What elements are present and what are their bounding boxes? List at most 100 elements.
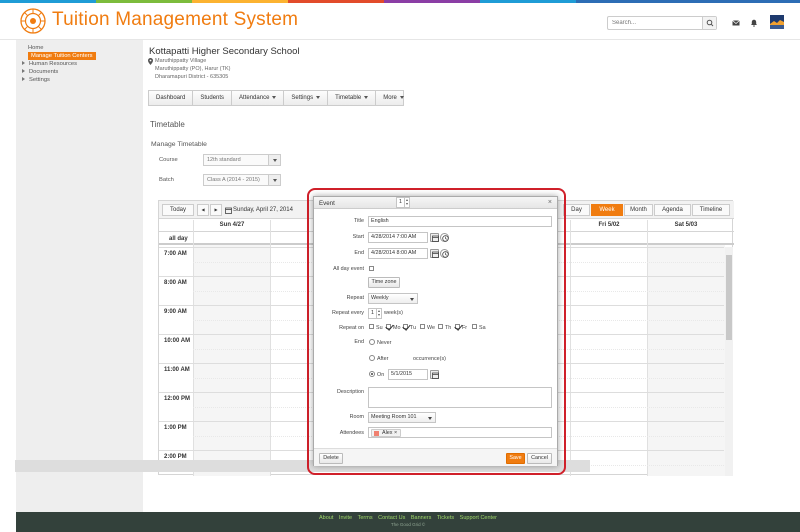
caret-right-icon xyxy=(22,61,25,65)
weekday-checkbox-sa[interactable] xyxy=(472,324,477,329)
prev-button[interactable]: ◀ xyxy=(197,204,209,216)
calendar-picker-button[interactable] xyxy=(430,233,439,242)
repeat-label: Repeat xyxy=(346,295,364,301)
calendar-picker-button[interactable] xyxy=(430,370,439,379)
repeat-every-label: Repeat every xyxy=(331,310,364,316)
start-input[interactable]: 4/28/2014 7:00 AM xyxy=(368,232,428,243)
footer-link-terms[interactable]: Terms xyxy=(358,515,373,521)
view-day-button[interactable]: Day xyxy=(563,204,590,216)
remove-icon[interactable]: × xyxy=(394,430,397,436)
save-button[interactable]: Save xyxy=(506,453,525,464)
search-button[interactable] xyxy=(702,17,716,29)
time-picker-button[interactable] xyxy=(440,249,449,258)
vertical-scrollbar[interactable] xyxy=(725,247,733,476)
weekday-label: Fr xyxy=(462,325,468,331)
footer-link-banners[interactable]: Banners xyxy=(411,515,432,521)
footer-link-about[interactable]: About xyxy=(319,515,333,521)
end-on-radio[interactable] xyxy=(369,371,375,377)
view-agenda-button[interactable]: Agenda xyxy=(654,204,691,216)
weekday-checkbox-th[interactable] xyxy=(438,324,443,329)
footer-link-tickets[interactable]: Tickets xyxy=(437,515,454,521)
batch-select[interactable]: Class A (2014 - 2015) xyxy=(203,174,281,186)
school-name: Kottapatti Higher Secondary School xyxy=(149,46,300,57)
attendees-input[interactable]: Alex × xyxy=(368,427,552,438)
room-select[interactable]: Meeting Room 101 xyxy=(368,412,436,423)
weekday-checkbox-su[interactable] xyxy=(369,324,374,329)
sidebar-item-home[interactable]: Home xyxy=(16,44,143,52)
section-title: Timetable xyxy=(150,120,185,129)
repeat-select[interactable]: Weekly xyxy=(368,293,418,304)
tab-dashboard[interactable]: Dashboard xyxy=(149,91,194,105)
view-month-button[interactable]: Month xyxy=(624,204,653,216)
logo-icon[interactable] xyxy=(20,8,46,34)
footer-links: About Invite Terms Contact Us Banners Ti… xyxy=(16,512,800,521)
view-week-button[interactable]: Week xyxy=(591,204,623,216)
attendee-chip[interactable]: Alex × xyxy=(371,429,402,437)
weekday-checkbox-tu[interactable] xyxy=(403,324,408,329)
attendees-label: Attendees xyxy=(339,430,364,436)
delete-button[interactable]: Delete xyxy=(319,453,343,464)
sidebar-item-settings[interactable]: Settings xyxy=(16,76,143,84)
footer-copyright: The Good Grid © xyxy=(390,522,426,527)
weekday-checkbox-fr[interactable] xyxy=(455,324,460,329)
tab-attendance[interactable]: Attendance xyxy=(232,91,285,105)
view-timeline-button[interactable]: Timeline xyxy=(692,204,730,216)
calendar-picker-button[interactable] xyxy=(430,249,439,258)
stepper-icon[interactable] xyxy=(404,198,409,207)
cancel-button[interactable]: Cancel xyxy=(527,453,552,464)
caret-right-icon xyxy=(22,77,25,81)
weekday-label: We xyxy=(427,325,435,331)
user-avatar[interactable] xyxy=(770,15,784,29)
tab-more[interactable]: More xyxy=(376,91,411,105)
dropdown-arrow-icon xyxy=(364,95,369,99)
end-after-input[interactable]: 1 xyxy=(396,197,410,208)
module-tabs: Dashboard Students Attendance Settings T… xyxy=(148,90,404,106)
end-after-radio[interactable] xyxy=(369,355,375,361)
end-section-label: End xyxy=(354,339,364,345)
search-input[interactable] xyxy=(608,17,704,29)
dropdown-arrow-icon xyxy=(272,95,277,99)
time-picker-button[interactable] xyxy=(440,233,449,242)
weekday-label: Tu xyxy=(410,325,417,331)
calendar-icon[interactable] xyxy=(225,207,232,214)
sidebar-item-manage-tuition-centers[interactable]: Manage Tuition Centers xyxy=(28,52,96,60)
end-input[interactable]: 4/28/2014 8:00 AM xyxy=(368,248,428,259)
day-header: Fri 5/02 xyxy=(598,222,620,228)
end-label: End xyxy=(354,250,364,256)
footer-link-invite[interactable]: Invite xyxy=(339,515,352,521)
day-header: Sat 5/03 xyxy=(674,222,698,228)
course-select[interactable]: 12th standard xyxy=(203,154,281,166)
weekday-label: Th xyxy=(445,325,452,331)
today-button[interactable]: Today xyxy=(162,204,194,216)
description-textarea[interactable] xyxy=(368,387,552,408)
tab-settings[interactable]: Settings xyxy=(284,91,329,105)
sidebar-nav: Home Manage Tuition Centers Human Resour… xyxy=(16,44,143,84)
course-label: Course xyxy=(159,157,178,163)
tab-timetable[interactable]: Timetable xyxy=(328,91,377,105)
end-after-label: After xyxy=(377,356,389,362)
sidebar-item-human-resources[interactable]: Human Resources xyxy=(16,60,143,68)
bell-icon[interactable] xyxy=(750,19,758,27)
timezone-button[interactable]: Time zone xyxy=(368,277,400,288)
end-on-input[interactable]: 5/1/2015 xyxy=(388,369,428,380)
scrollbar-thumb[interactable] xyxy=(726,255,732,340)
tab-students[interactable]: Students xyxy=(193,91,233,105)
weekday-checkbox-mo[interactable] xyxy=(386,324,391,329)
current-date-label[interactable]: Sunday, April 27, 2014 xyxy=(233,207,293,213)
repeat-every-input[interactable]: 1 xyxy=(368,308,382,319)
weekday-label: Mo xyxy=(393,325,401,331)
all-day-checkbox[interactable] xyxy=(369,266,374,271)
weekday-checkbox-we[interactable] xyxy=(420,324,425,329)
close-icon[interactable]: × xyxy=(548,199,552,206)
dialog-header: Event × xyxy=(314,197,557,209)
end-never-radio[interactable] xyxy=(369,339,375,345)
footer-link-support[interactable]: Support Center xyxy=(460,515,497,521)
title-input[interactable]: English xyxy=(368,216,552,227)
next-button[interactable]: ▶ xyxy=(210,204,222,216)
end-on-label: On xyxy=(377,372,385,378)
search-box xyxy=(607,16,717,30)
mail-icon[interactable] xyxy=(732,19,740,27)
stepper-icon[interactable] xyxy=(376,309,381,318)
sidebar-item-documents[interactable]: Documents xyxy=(16,68,143,76)
footer-link-contact[interactable]: Contact Us xyxy=(378,515,405,521)
